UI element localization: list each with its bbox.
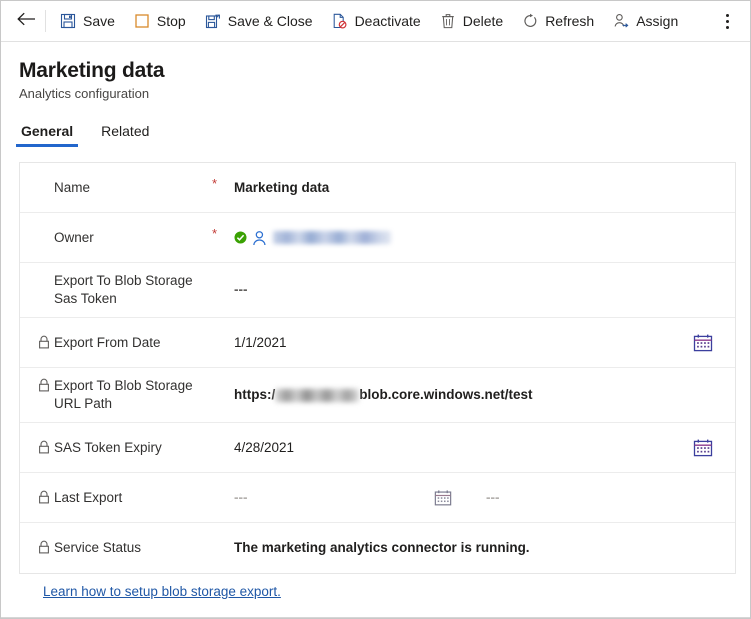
- required-marker-url-path: *: [212, 384, 234, 394]
- service-status-label-text: Service Status: [54, 540, 142, 555]
- learn-blob-storage-export-link[interactable]: Learn how to setup blob storage export.: [43, 584, 281, 599]
- deactivate-button-label: Deactivate: [354, 13, 421, 29]
- assign-button-label: Assign: [636, 13, 679, 29]
- stop-button-label: Stop: [156, 13, 186, 29]
- tab-general[interactable]: General: [15, 122, 79, 147]
- form-row-export-to-blob-storage-url-path: Export To Blob Storage URL Path * https:…: [20, 368, 735, 423]
- required-marker-export-from-date: *: [212, 334, 234, 344]
- form-row-export-from-date: Export From Date * 1/1/2021: [20, 318, 735, 368]
- refresh-button-label: Refresh: [545, 13, 595, 29]
- save-and-close-button[interactable]: Save & Close: [195, 5, 322, 37]
- save-and-close-button-label: Save & Close: [227, 13, 313, 29]
- back-button[interactable]: [9, 5, 43, 37]
- refresh-circular-arrow-icon: [521, 12, 539, 30]
- save-floppy-icon: [59, 12, 77, 30]
- trash-icon: [439, 12, 457, 30]
- field-value-last-export[interactable]: --- ---: [234, 489, 735, 507]
- footer-link-row: Learn how to setup blob storage export.: [43, 584, 281, 599]
- command-bar-divider: [45, 10, 46, 32]
- field-label-last-export: Last Export: [39, 489, 212, 507]
- save-and-close-icon: [204, 12, 222, 30]
- required-marker-last-export: *: [212, 489, 234, 499]
- field-value-export-to-blob-storage-url-path[interactable]: https:/ blob.core.windows.net/test: [234, 386, 735, 404]
- last-export-date-dash: ---: [234, 490, 248, 505]
- refresh-button[interactable]: Refresh: [512, 5, 603, 37]
- assign-button[interactable]: Assign: [603, 5, 687, 37]
- record-header: Marketing data Analytics configuration: [1, 42, 750, 103]
- url-account-redacted: [275, 388, 360, 402]
- form-row-owner: Owner *: [20, 213, 735, 263]
- field-label-service-status: Service Status: [39, 539, 212, 557]
- form-row-last-export: Last Export * ---: [20, 473, 735, 523]
- field-label-sas-token-expiry: SAS Token Expiry: [39, 439, 212, 457]
- lock-icon: [38, 335, 50, 349]
- field-label-name: Name: [54, 179, 91, 195]
- deactivate-button[interactable]: Deactivate: [322, 5, 430, 37]
- calendar-icon[interactable]: [693, 438, 713, 458]
- lock-icon: [38, 378, 50, 392]
- delete-button[interactable]: Delete: [430, 5, 512, 37]
- record-form-window: Save Stop Save & Close Deactivate Delete…: [0, 0, 751, 619]
- general-form-panel: Name * Marketing data Owner * Export To …: [19, 162, 736, 574]
- person-icon: [252, 230, 267, 246]
- deactivate-document-icon: [331, 12, 349, 30]
- last-export-label-text: Last Export: [54, 489, 123, 505]
- more-commands-button[interactable]: [712, 5, 742, 37]
- url-prefix-text: https:/: [234, 387, 276, 402]
- calendar-icon[interactable]: [693, 333, 713, 353]
- more-vertical-icon: [725, 12, 729, 30]
- last-export-time-dash: ---: [486, 490, 500, 505]
- green-check-circle-icon: [234, 231, 247, 244]
- form-row-name: Name * Marketing data: [20, 163, 735, 213]
- export-from-date-label-text: Export From Date: [54, 334, 161, 350]
- assign-person-icon: [612, 12, 630, 30]
- lock-icon: [38, 540, 50, 554]
- field-value-service-status: The marketing analytics connector is run…: [234, 540, 530, 555]
- required-marker-sas-token-expiry: *: [212, 439, 234, 449]
- owner-name-redacted: [273, 231, 391, 244]
- field-value-name[interactable]: Marketing data: [234, 179, 735, 197]
- field-value-owner[interactable]: [234, 230, 735, 246]
- sas-token-empty-dash: ---: [234, 282, 248, 297]
- field-label-owner: Owner: [54, 229, 94, 245]
- field-label-export-to-blob-storage-sas-token: Export To Blob Storage Sas Token: [54, 273, 193, 306]
- page-title: Marketing data: [19, 59, 165, 82]
- url-suffix-text: blob.core.windows.net/test: [359, 387, 533, 402]
- field-label-export-to-blob-storage-url-path: Export To Blob Storage URL Path: [39, 377, 212, 413]
- save-button[interactable]: Save: [50, 5, 124, 37]
- window-bottom-divider: [1, 617, 750, 618]
- tab-related[interactable]: Related: [99, 122, 151, 147]
- delete-button-label: Delete: [462, 13, 504, 29]
- save-button-label: Save: [83, 13, 115, 29]
- required-marker-owner: *: [212, 226, 218, 241]
- lock-icon: [38, 490, 50, 504]
- form-row-export-to-blob-storage-sas-token: Export To Blob Storage Sas Token * ---: [20, 263, 735, 318]
- command-bar: Save Stop Save & Close Deactivate Delete…: [1, 1, 750, 42]
- field-value-sas-token-expiry[interactable]: 4/28/2021: [234, 439, 735, 457]
- page-subtitle: Analytics configuration: [19, 86, 150, 101]
- export-url-path-label-text: Export To Blob Storage URL Path: [54, 378, 193, 411]
- stop-square-icon: [133, 12, 151, 30]
- tab-list: General Related: [1, 117, 750, 147]
- form-row-service-status: Service Status * The marketing analytics…: [20, 523, 735, 573]
- lock-icon: [38, 440, 50, 454]
- sas-token-expiry-label-text: SAS Token Expiry: [54, 439, 162, 455]
- required-marker-service-status: *: [212, 539, 234, 549]
- required-marker-sas-token: *: [212, 279, 234, 289]
- calendar-icon-disabled[interactable]: [434, 489, 452, 507]
- field-value-export-to-blob-storage-sas-token[interactable]: ---: [234, 281, 735, 299]
- arrow-left-icon: [16, 12, 36, 31]
- required-marker-name: *: [212, 176, 218, 191]
- field-value-export-from-date[interactable]: 1/1/2021: [234, 334, 735, 352]
- field-label-export-from-date: Export From Date: [39, 334, 212, 352]
- stop-button[interactable]: Stop: [124, 5, 195, 37]
- form-row-sas-token-expiry: SAS Token Expiry * 4/28/2021: [20, 423, 735, 473]
